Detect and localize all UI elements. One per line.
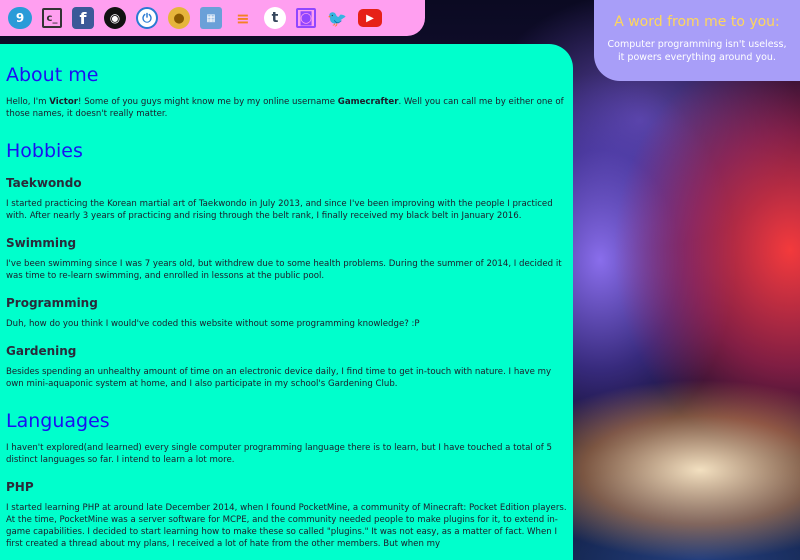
hobby-heading: Programming	[6, 296, 98, 310]
facebook-icon[interactable]: f	[72, 7, 94, 29]
about-text-b: ! Some of you guys might know me by my o…	[78, 97, 338, 107]
languages-title: Languages	[6, 410, 110, 432]
hobbies-title: Hobbies	[6, 140, 83, 162]
username: Gamecrafter	[337, 97, 399, 107]
power-icon[interactable]: ⏻	[136, 7, 158, 29]
main-content: About me Hello, I'm Victor! Some of you …	[0, 44, 573, 560]
pixel-icon[interactable]: ▦	[200, 7, 222, 29]
hobby-text: Duh, how do you think I would've coded t…	[6, 319, 420, 329]
tumblr-icon[interactable]: t	[264, 7, 286, 29]
github-icon[interactable]: ◉	[104, 7, 126, 29]
language-heading-php: PHP	[6, 480, 34, 494]
hobby-heading: Taekwondo	[6, 176, 82, 190]
twitch-icon[interactable]: ◙	[296, 8, 316, 28]
youtube-icon[interactable]: ▶	[358, 9, 382, 27]
code-icon[interactable]: c_	[42, 8, 62, 28]
hobby-text: Besides spending an unhealthy amount of …	[6, 367, 552, 389]
quote-text: Computer programming isn't useless, it p…	[607, 39, 787, 63]
twitter-icon[interactable]: 🐦	[326, 7, 348, 29]
about-text: Hello, I'm Victor! Some of you guys migh…	[6, 96, 567, 120]
quote-title: A word from me to you:	[614, 14, 780, 30]
about-text-a: Hello, I'm	[6, 97, 50, 107]
quote-box: A word from me to you: Computer programm…	[594, 0, 800, 81]
hobby-heading: Gardening	[6, 344, 77, 358]
about-title: About me	[6, 64, 99, 86]
hobby-text: I started practicing the Korean martial …	[6, 199, 553, 221]
languages-intro: I haven't explored(and learned) every si…	[6, 443, 553, 465]
ninth-icon[interactable]: 9	[8, 7, 32, 29]
real-name: Victor	[49, 97, 79, 107]
coin-icon[interactable]: ●	[168, 7, 190, 29]
hobby-text: I've been swimming since I was 7 years o…	[6, 259, 562, 281]
language-text-php: I started learning PHP at around late De…	[6, 503, 567, 549]
stackoverflow-icon[interactable]: ≡	[232, 7, 254, 29]
hobby-heading: Swimming	[6, 236, 77, 250]
social-links-bar: 9 c_ f ◉ ⏻ ● ▦ ≡ t ◙ 🐦 ▶	[0, 0, 425, 36]
